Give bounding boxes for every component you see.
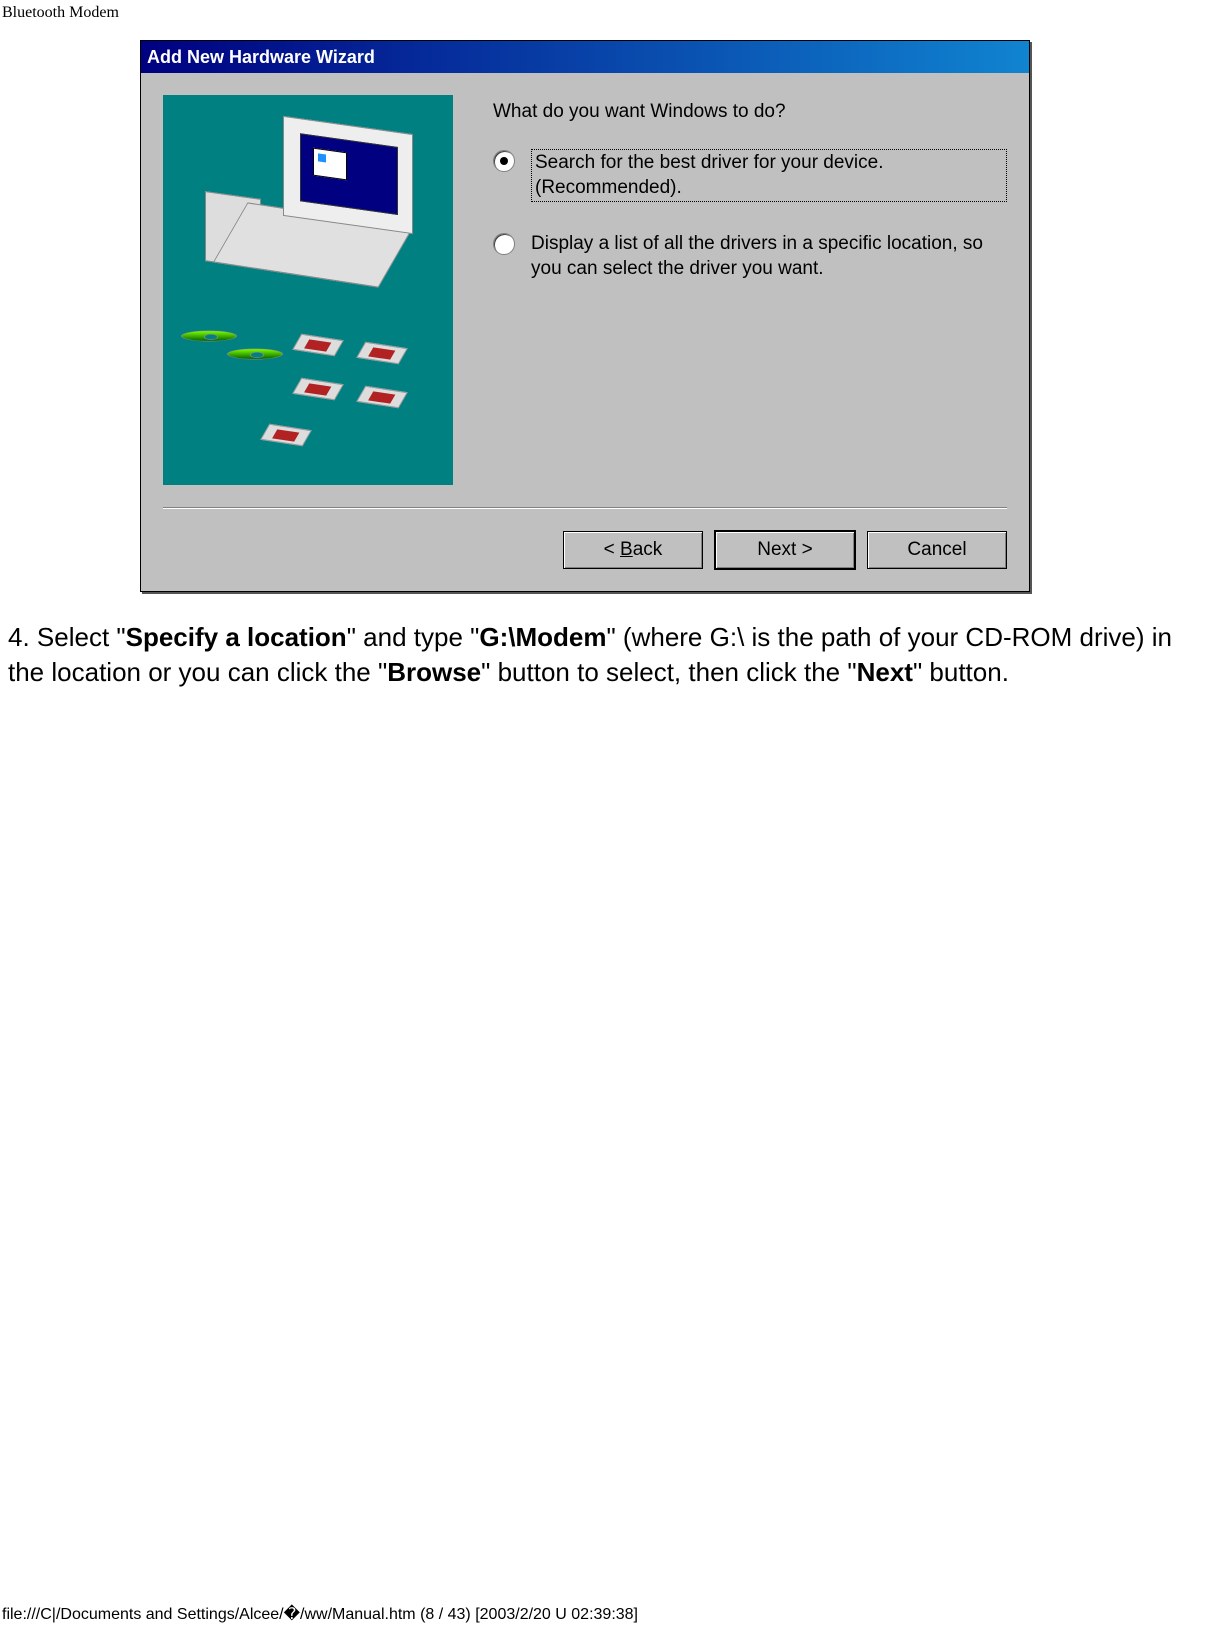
bold-path: G:\Modem: [479, 622, 606, 652]
radio-option-display-list[interactable]: Display a list of all the drivers in a s…: [493, 232, 1007, 281]
page-footer: file:///C|/Documents and Settings/Alcee/…: [2, 1604, 638, 1624]
next-button[interactable]: Next >: [715, 531, 855, 569]
radio-option-search[interactable]: Search for the best driver for your devi…: [493, 149, 1007, 202]
button-row: < Back Next > Cancel: [141, 531, 1029, 591]
radio-icon: [493, 150, 515, 172]
text: 4. Select ": [8, 622, 126, 652]
text: " button to select, then click the ": [481, 657, 856, 687]
back-prefix: <: [604, 539, 620, 560]
dialog-container: Add New Hardware Wizard What do you want…: [0, 22, 1210, 592]
titlebar-text: Add New Hardware Wizard: [147, 47, 375, 68]
text: " and type ": [347, 622, 480, 652]
radio-icon: [493, 233, 515, 255]
add-hardware-wizard-dialog: Add New Hardware Wizard What do you want…: [140, 40, 1030, 592]
focused-option-text: Search for the best driver for your devi…: [531, 149, 1007, 202]
wizard-question: What do you want Windows to do?: [493, 101, 1007, 123]
wizard-right-pane: What do you want Windows to do? Search f…: [493, 95, 1007, 485]
back-accel: B: [620, 539, 633, 560]
back-suffix: ack: [633, 539, 663, 560]
radio-label-display: Display a list of all the drivers in a s…: [531, 232, 1007, 281]
cancel-button[interactable]: Cancel: [867, 531, 1007, 569]
titlebar: Add New Hardware Wizard: [141, 41, 1029, 73]
instruction-step-4: 4. Select "Specify a location" and type …: [0, 592, 1200, 690]
dialog-body: What do you want Windows to do? Search f…: [141, 73, 1029, 485]
bold-next: Next: [857, 657, 913, 687]
bold-browse: Browse: [387, 657, 481, 687]
separator: [163, 507, 1007, 509]
page-header: Bluetooth Modem: [0, 0, 1210, 22]
bold-specify: Specify a location: [126, 622, 347, 652]
text: " button.: [913, 657, 1009, 687]
wizard-illustration: [163, 95, 453, 485]
back-button[interactable]: < Back: [563, 531, 703, 569]
radio-label-search: Search for the best driver for your devi…: [531, 149, 1007, 202]
